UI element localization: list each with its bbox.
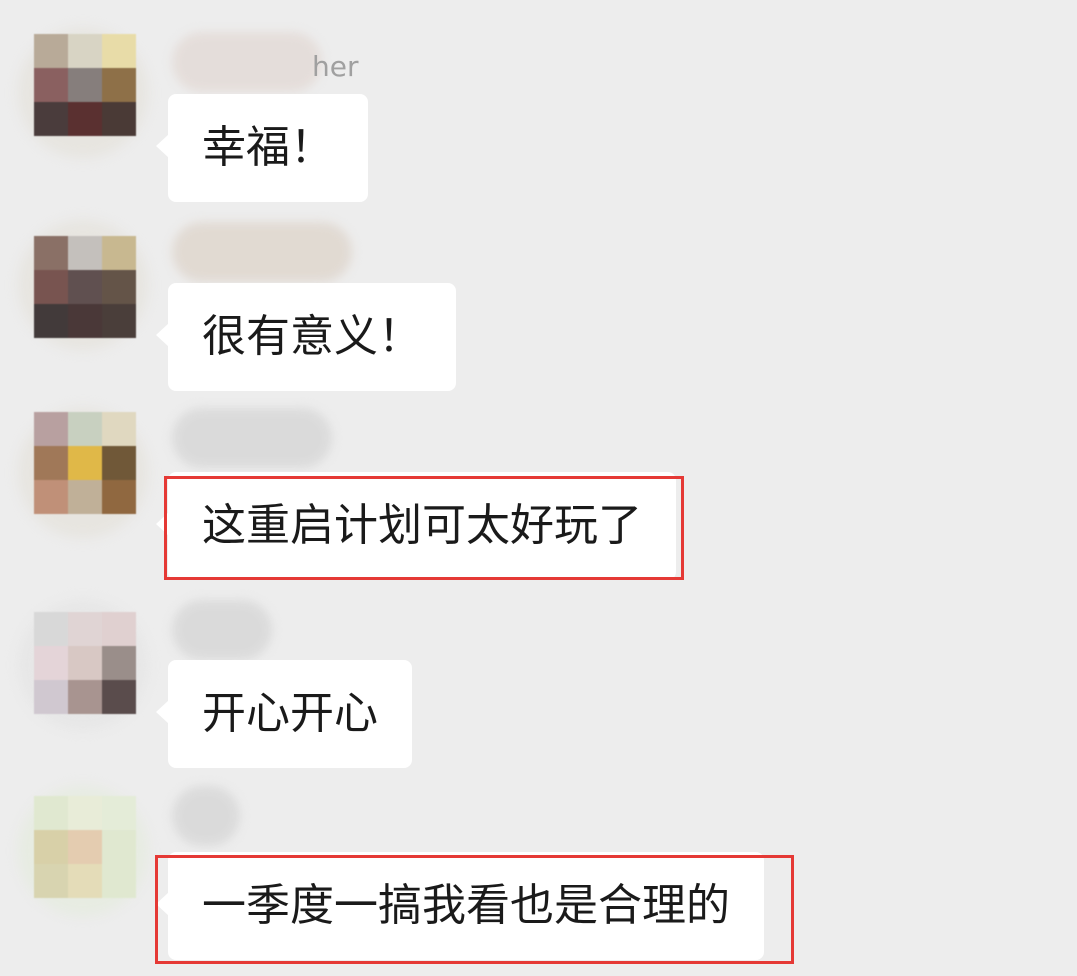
avatar[interactable]: [34, 412, 136, 530]
sender-name-blurred: [172, 600, 272, 660]
avatar-pixel: [68, 830, 102, 864]
sender-name-blurred: [172, 408, 332, 468]
avatar-pixel: [34, 864, 68, 898]
avatar-pixel: [68, 796, 102, 830]
avatar[interactable]: [34, 236, 136, 354]
sender-name-blurred: [172, 222, 352, 282]
avatar-pixel: [34, 480, 68, 514]
avatar-pixel: [34, 412, 68, 446]
avatar-pixel: [68, 646, 102, 680]
chat-message-list: her 幸福！ 很有意义！ 这重启计划可太好玩了 开心开心 一季度一搞我看也是合…: [0, 0, 1077, 976]
sender-name-suffix: her: [312, 50, 359, 83]
avatar-pixel: [68, 304, 102, 338]
avatar-pixel: [68, 680, 102, 714]
avatar-pixel: [68, 270, 102, 304]
avatar-pixel: [34, 68, 68, 102]
avatar-pixel: [102, 236, 136, 270]
message-bubble[interactable]: 开心开心: [156, 660, 412, 768]
avatar-pixel: [34, 646, 68, 680]
message-bubble[interactable]: 幸福！: [156, 94, 368, 202]
avatar-pixel: [102, 796, 136, 830]
message-bubble[interactable]: 这重启计划可太好玩了: [156, 472, 676, 580]
avatar-pixel: [68, 102, 102, 136]
avatar-pixel: [34, 446, 68, 480]
avatar-pixel: [34, 270, 68, 304]
avatar-pixel: [102, 480, 136, 514]
avatar-pixel: [102, 830, 136, 864]
avatar-pixel: [68, 446, 102, 480]
avatar-pixel: [102, 304, 136, 338]
avatar-pixel: [34, 830, 68, 864]
sender-name-blurred: [172, 786, 240, 846]
avatar-pixel: [68, 236, 102, 270]
avatar-pixel: [34, 34, 68, 68]
avatar-pixel: [102, 446, 136, 480]
avatar-pixel: [34, 796, 68, 830]
sender-name-blurred: [172, 32, 322, 92]
avatar-pixel: [68, 480, 102, 514]
avatar-pixel: [34, 102, 68, 136]
avatar-pixel: [102, 612, 136, 646]
avatar-pixel: [34, 612, 68, 646]
avatar-pixel: [102, 68, 136, 102]
avatar[interactable]: [34, 796, 136, 914]
avatar-pixel: [68, 68, 102, 102]
avatar-pixel: [68, 412, 102, 446]
message-bubble[interactable]: 一季度一搞我看也是合理的: [156, 852, 764, 960]
avatar-pixel: [102, 102, 136, 136]
avatar-pixel: [102, 412, 136, 446]
avatar-pixel: [102, 34, 136, 68]
message-bubble[interactable]: 很有意义！: [156, 283, 456, 391]
avatar-pixel: [34, 304, 68, 338]
avatar-pixel: [34, 680, 68, 714]
avatar-pixel: [102, 680, 136, 714]
avatar-pixel: [34, 236, 68, 270]
avatar-pixel: [68, 34, 102, 68]
avatar-pixel: [102, 864, 136, 898]
avatar-pixel: [68, 612, 102, 646]
avatar[interactable]: [34, 34, 136, 152]
avatar-pixel: [102, 646, 136, 680]
avatar-pixel: [102, 270, 136, 304]
avatar[interactable]: [34, 612, 136, 730]
avatar-pixel: [68, 864, 102, 898]
